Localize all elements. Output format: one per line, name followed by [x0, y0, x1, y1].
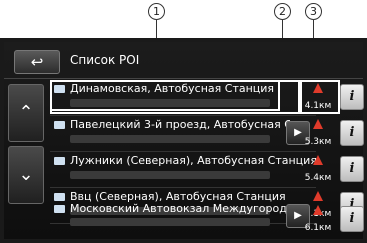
poi-name: Лужники (Северная), Автобусная Станция	[70, 154, 317, 167]
info-button[interactable]: i	[340, 120, 364, 146]
device-screen: ↩ Список POI ⌃ ⌄ Динамовская, Автобусная…	[0, 38, 367, 243]
callout-3: 3	[305, 3, 322, 20]
poi-category-icon	[54, 121, 65, 129]
list-item[interactable]: Лужники (Северная), Автобусная Станция	[50, 152, 317, 188]
poi-address-blurred	[70, 135, 270, 143]
direction-arrow-icon	[313, 155, 323, 165]
annotation-box-3	[298, 80, 340, 114]
poi-category-icon	[54, 193, 65, 201]
poi-address-blurred	[70, 171, 270, 179]
callout-2: 2	[274, 3, 291, 20]
list-item[interactable]: Павелецкий 3-й проезд, Автобусная С ▶	[50, 116, 316, 152]
scroll-down-button[interactable]: ⌄	[8, 146, 44, 204]
back-arrow-icon: ↩	[30, 53, 44, 71]
direction-arrow-icon	[313, 191, 323, 201]
poi-name: Павелецкий 3-й проезд, Автобусная С	[70, 118, 290, 131]
info-button[interactable]: i	[340, 206, 364, 232]
info-button[interactable]: i	[340, 156, 364, 182]
chevron-down-icon: ⌄	[18, 164, 34, 185]
poi-name: Московский Автовокзал Междугород	[70, 202, 287, 215]
page-title: Список POI	[70, 53, 140, 67]
direction-arrow-icon	[313, 205, 323, 215]
annotation-box-1	[50, 80, 280, 111]
header-divider	[4, 78, 363, 79]
poi-list-screen: ↩ Список POI ⌃ ⌄ Динамовская, Автобусная…	[4, 42, 364, 239]
scroll-up-button[interactable]: ⌃	[8, 84, 44, 142]
direction-distance: 5.4км	[300, 152, 336, 187]
poi-category-icon	[54, 157, 65, 165]
poi-address-blurred	[70, 218, 270, 226]
chevron-up-icon: ⌃	[18, 102, 34, 123]
poi-category-icon	[54, 205, 65, 213]
info-button[interactable]: i	[340, 84, 364, 110]
direction-distance: 5.3км	[300, 116, 336, 151]
list-item[interactable]: Московский Автовокзал Междугород ▶	[50, 202, 316, 237]
direction-distance: 6.1км	[300, 202, 336, 237]
back-button[interactable]: ↩	[14, 50, 60, 74]
direction-arrow-icon	[313, 119, 323, 129]
callout-1: 1	[148, 3, 165, 20]
